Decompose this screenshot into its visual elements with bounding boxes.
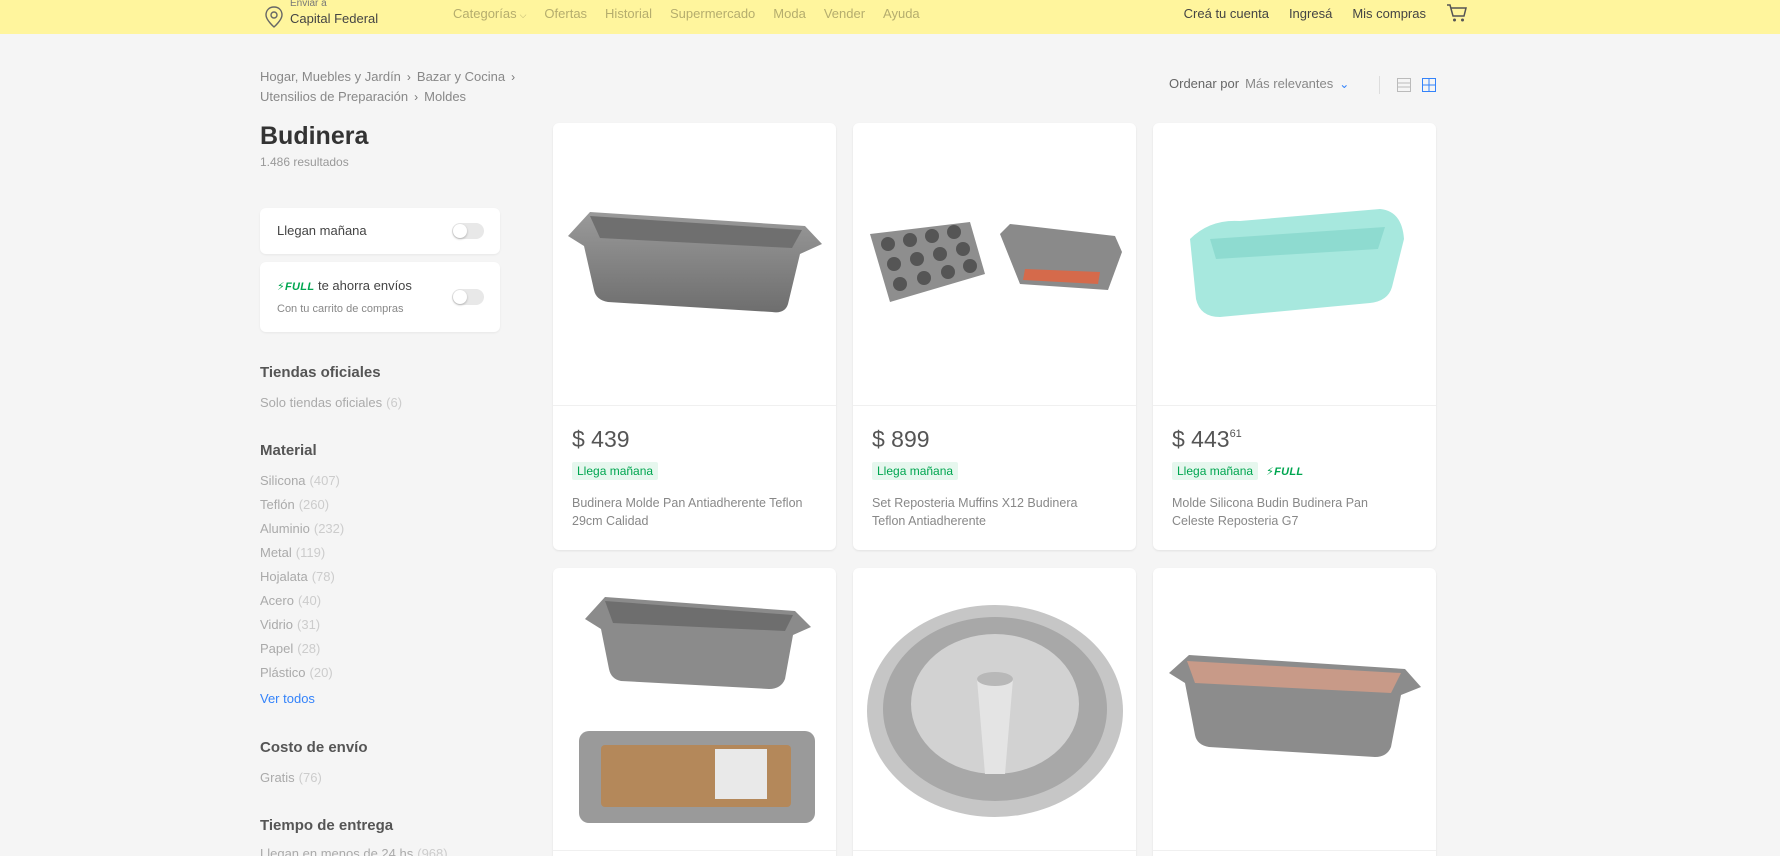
tiendas-title: Tiendas oficiales bbox=[260, 364, 381, 381]
breadcrumb-item[interactable]: Bazar y Cocina bbox=[417, 67, 505, 87]
filter-option[interactable]: Llegan en menos de 24 hs (968) bbox=[260, 846, 448, 856]
product-image[interactable] bbox=[553, 123, 836, 406]
chevron-right-icon: › bbox=[511, 70, 516, 84]
envio-title: Costo de envío bbox=[260, 739, 368, 756]
product-price: $ 44361 bbox=[1172, 426, 1242, 452]
ver-todos-link[interactable]: Ver todos bbox=[260, 691, 315, 706]
product-title[interactable]: Budinera Molde Pan Antiadherente Teflon … bbox=[572, 494, 812, 530]
sort-value: Más relevantes bbox=[1245, 76, 1334, 91]
filter-option[interactable]: Vidrio (31) bbox=[260, 617, 320, 632]
sort-control[interactable]: Ordenar por Más relevantes ⌄ bbox=[1169, 76, 1349, 91]
full-lightning-icon: ⚡ bbox=[277, 281, 286, 293]
chevron-down-icon: ⌵ bbox=[519, 9, 527, 20]
product-card[interactable] bbox=[553, 568, 836, 856]
location-main-label: Capital Federal bbox=[290, 11, 379, 26]
create-account-link[interactable]: Creá tu cuenta bbox=[1184, 6, 1269, 21]
nav-supermercado[interactable]: Supermercado bbox=[670, 6, 755, 21]
chevron-right-icon: › bbox=[414, 90, 419, 104]
breadcrumb: Hogar, Muebles y Jardín › Bazar y Cocina… bbox=[260, 67, 515, 107]
full-subtext: Con tu carrito de compras bbox=[277, 303, 404, 315]
breadcrumb-item[interactable]: Hogar, Muebles y Jardín bbox=[260, 67, 401, 87]
product-card[interactable]: $ 44361 Llega mañana ⚡FULL Molde Silicon… bbox=[1153, 123, 1436, 550]
product-image[interactable] bbox=[1153, 568, 1436, 851]
full-badge: ⚡FULL bbox=[1266, 466, 1304, 478]
location-pin-icon bbox=[265, 6, 283, 28]
full-lightning-icon: ⚡ bbox=[1266, 466, 1275, 478]
filter-option[interactable]: Teflón (260) bbox=[260, 497, 329, 512]
login-link[interactable]: Ingresá bbox=[1289, 6, 1332, 21]
filter-option[interactable]: Aluminio (232) bbox=[260, 521, 344, 536]
sort-label: Ordenar por bbox=[1169, 76, 1240, 91]
full-brand: FULL bbox=[285, 281, 315, 293]
filter-option[interactable]: Gratis (76) bbox=[260, 770, 322, 785]
product-title[interactable]: Molde Silicona Budin Budinera Pan Celest… bbox=[1172, 494, 1412, 530]
silicone-pan-image bbox=[1189, 209, 1404, 317]
main-nav: Categorías ⌵ Ofertas Historial Supermerca… bbox=[453, 0, 920, 26]
muffin-set-image bbox=[869, 222, 1122, 302]
nav-vender[interactable]: Vender bbox=[824, 6, 865, 21]
product-image[interactable] bbox=[853, 123, 1136, 406]
product-card[interactable]: $ 899 Llega mañana Set Reposteria Muffin… bbox=[853, 123, 1136, 550]
breadcrumb-item[interactable]: Utensilios de Preparación bbox=[260, 87, 408, 107]
filter-option[interactable]: Solo tiendas oficiales (6) bbox=[260, 395, 402, 410]
nav-ayuda[interactable]: Ayuda bbox=[883, 6, 920, 21]
product-image[interactable] bbox=[553, 568, 836, 851]
chevron-right-icon: › bbox=[406, 70, 411, 84]
location-selector[interactable]: Enviar a Capital Federal bbox=[264, 0, 378, 34]
filter-option[interactable]: Silicona (407) bbox=[260, 473, 340, 488]
product-card[interactable] bbox=[1153, 568, 1436, 856]
full-filter: ⚡FULL te ahorra envíos Con tu carrito de… bbox=[260, 262, 500, 332]
product-price: $ 439 bbox=[572, 426, 630, 452]
llegan-manana-label: Llegan mañana bbox=[277, 223, 367, 238]
top-header: Enviar a Capital Federal Categorías ⌵ Ofe… bbox=[0, 0, 1780, 34]
nav-categorias[interactable]: Categorías ⌵ bbox=[453, 6, 526, 21]
my-purchases-link[interactable]: Mis compras bbox=[1352, 6, 1426, 21]
full-toggle[interactable] bbox=[452, 289, 484, 305]
product-image[interactable] bbox=[1153, 123, 1436, 406]
filter-option[interactable]: Papel (28) bbox=[260, 641, 320, 656]
copper-loaf-pan-image bbox=[1168, 655, 1421, 757]
list-view-icon[interactable] bbox=[1397, 78, 1411, 92]
product-card[interactable] bbox=[853, 568, 1136, 856]
filter-option[interactable]: Acero (40) bbox=[260, 593, 321, 608]
loaf-pan-set-image bbox=[578, 597, 815, 823]
chevron-down-icon: ⌄ bbox=[1339, 76, 1350, 91]
loaf-pan-image bbox=[567, 212, 822, 313]
product-image[interactable] bbox=[853, 568, 1136, 851]
bundt-pan-image bbox=[866, 605, 1123, 817]
grid-view-icon[interactable] bbox=[1422, 78, 1436, 92]
shipping-badge: Llega mañana bbox=[872, 462, 959, 480]
full-label: ⚡FULL te ahorra envíos bbox=[277, 278, 412, 293]
material-title: Material bbox=[260, 442, 317, 459]
filter-option[interactable]: Plástico (20) bbox=[260, 665, 333, 680]
location-small-label: Enviar a bbox=[290, 0, 327, 9]
filter-option[interactable]: Hojalata (78) bbox=[260, 569, 335, 584]
cart-icon[interactable] bbox=[1446, 3, 1468, 23]
shipping-badge: Llega mañana bbox=[572, 462, 659, 480]
llegan-manana-filter: Llegan mañana bbox=[260, 208, 500, 254]
llegan-manana-toggle[interactable] bbox=[452, 223, 484, 239]
results-count: 1.486 resultados bbox=[260, 155, 349, 169]
product-title[interactable]: Set Reposteria Muffins X12 Budinera Tefl… bbox=[872, 494, 1112, 530]
filter-option[interactable]: Metal (119) bbox=[260, 545, 325, 560]
full-text: te ahorra envíos bbox=[317, 278, 412, 293]
nav-historial[interactable]: Historial bbox=[605, 6, 652, 21]
divider bbox=[1379, 76, 1380, 94]
account-nav: Creá tu cuenta Ingresá Mis compras bbox=[1184, 0, 1468, 26]
shipping-badge: Llega mañana ⚡FULL bbox=[1172, 462, 1303, 480]
page-title: Budinera bbox=[260, 122, 369, 150]
nav-ofertas[interactable]: Ofertas bbox=[544, 6, 587, 21]
entrega-title: Tiempo de entrega bbox=[260, 817, 394, 834]
breadcrumb-item[interactable]: Moldes bbox=[424, 87, 466, 107]
product-card[interactable]: $ 439 Llega mañana Budinera Molde Pan An… bbox=[553, 123, 836, 550]
nav-moda[interactable]: Moda bbox=[773, 6, 806, 21]
product-price: $ 899 bbox=[872, 426, 930, 452]
